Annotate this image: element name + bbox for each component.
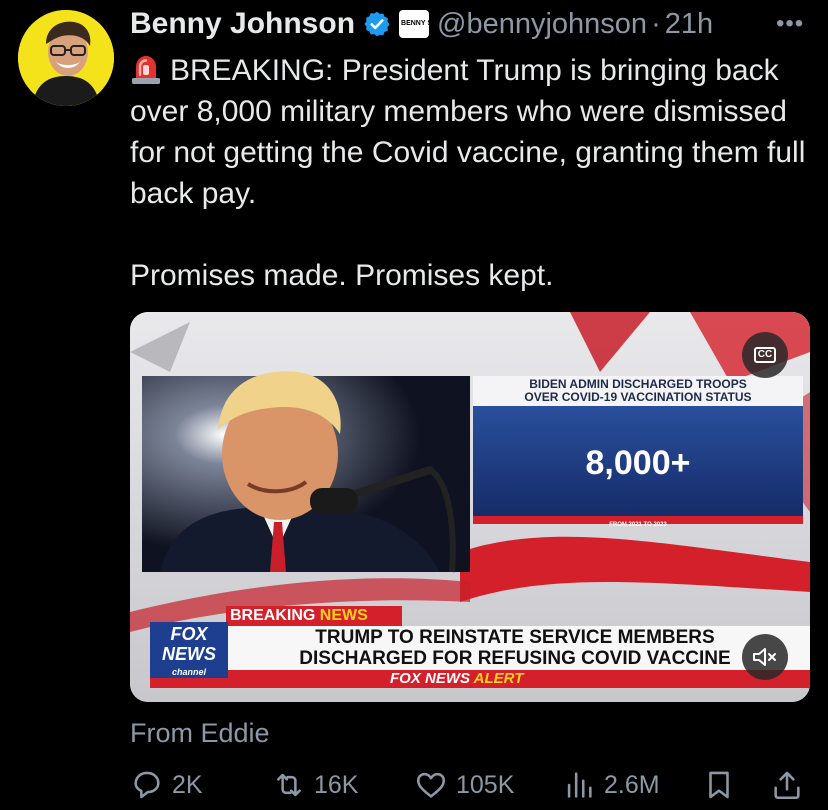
like-count: 105K xyxy=(456,770,515,799)
avatar[interactable] xyxy=(18,10,114,106)
headline-line1: TRUMP TO REINSTATE SERVICE MEMBERS xyxy=(315,627,715,648)
share-icon xyxy=(774,771,800,800)
fox-news-alert: FOX NEWS ALERT xyxy=(390,670,523,688)
repost-icon xyxy=(277,773,301,797)
graphic-title-line2: OVER COVID-19 VACCINATION STATUS xyxy=(524,390,752,404)
breaking-news-label: BREAKING NEWS xyxy=(230,607,368,625)
repost-button[interactable]: 16K xyxy=(272,768,358,802)
affiliate-badge-icon[interactable]: BENNY SHOW xyxy=(399,10,450,38)
bookmark-icon xyxy=(709,771,729,799)
time-separator: · xyxy=(651,7,661,40)
headline-line2: DISCHARGED FOR REFUSING COVID VACCINE xyxy=(299,648,731,669)
siren-emoji-icon xyxy=(132,56,160,84)
alert-label-2: ALERT xyxy=(473,670,524,687)
reply-count: 2K xyxy=(172,770,203,799)
analytics-icon xyxy=(567,772,592,798)
logo-line2: NEWS xyxy=(162,644,216,664)
post-time[interactable]: 21h xyxy=(665,8,713,41)
reply-button[interactable]: 2K xyxy=(130,768,203,802)
view-count: 2.6M xyxy=(604,770,660,799)
closed-captions-icon: CC xyxy=(753,347,777,363)
unmute-button[interactable] xyxy=(742,634,788,680)
more-options-icon[interactable]: ••• xyxy=(776,10,804,38)
headline: TRUMP TO REINSTATE SERVICE MEMBERS DISCH… xyxy=(240,627,790,669)
avatar-photo xyxy=(18,10,114,106)
author-handle[interactable]: @bennyjohnson xyxy=(437,8,647,41)
share-button[interactable] xyxy=(770,768,812,802)
fox-news-logo: FOX NEWS channel xyxy=(150,624,228,678)
breaking-label-1: BREAKING xyxy=(230,607,316,624)
reply-icon xyxy=(134,771,160,799)
breaking-label-2: NEWS xyxy=(319,607,368,624)
heart-icon xyxy=(416,772,446,798)
logo-line1: FOX xyxy=(170,624,208,644)
muted-speaker-icon xyxy=(753,648,776,666)
media-attribution[interactable]: From Eddie xyxy=(130,718,270,749)
graphic-footnote: FROM 2021 TO 2023 xyxy=(609,522,667,528)
graphic-value: 8,000+ xyxy=(585,444,691,482)
tweet-header: Benny Johnson BENNY SHOW @bennyjohnson ·… xyxy=(130,4,713,44)
like-button[interactable]: 105K xyxy=(414,768,514,802)
tweet-paragraph-1-text: BREAKING: President Trump is bringing ba… xyxy=(130,54,806,210)
affiliate-badge-text: BENNY SHOW xyxy=(401,20,450,27)
repost-count: 16K xyxy=(314,770,359,799)
tweet-paragraph-2: Promises made. Promises kept. xyxy=(130,259,554,292)
views-button[interactable]: 2.6M xyxy=(562,768,660,802)
tweet-paragraph-1: BREAKING: President Trump is bringing ba… xyxy=(130,50,810,214)
author-name[interactable]: Benny Johnson xyxy=(130,7,355,41)
logo-line3: channel xyxy=(171,667,206,677)
tweet-text: BREAKING: President Trump is bringing ba… xyxy=(130,50,810,296)
action-bar: 2K 16K 105K 2.6M xyxy=(130,768,810,808)
verified-badge-icon[interactable] xyxy=(363,10,391,38)
alert-label-1: FOX NEWS xyxy=(390,670,471,687)
video-player[interactable]: BIDEN ADMIN DISCHARGED TROOPS OVER COVID… xyxy=(130,312,810,702)
graphic-title: BIDEN ADMIN DISCHARGED TROOPS OVER COVID… xyxy=(473,378,803,404)
bookmark-button[interactable] xyxy=(702,768,744,802)
closed-captions-button[interactable]: CC xyxy=(742,332,788,378)
